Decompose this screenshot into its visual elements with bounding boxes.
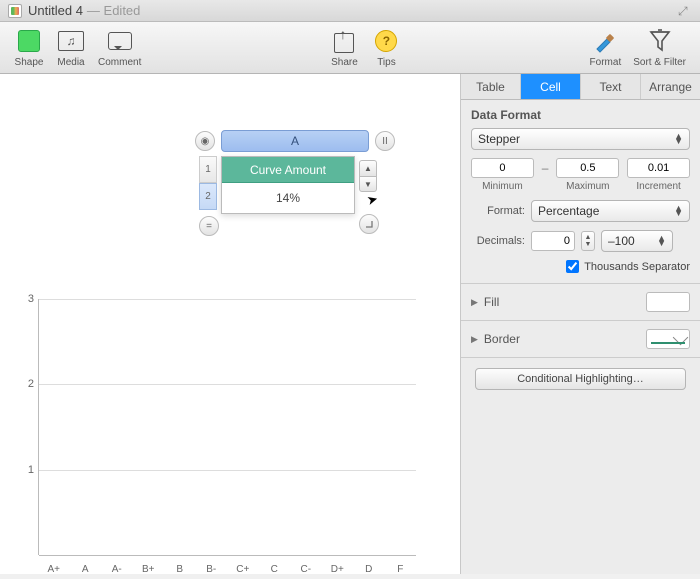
updown-icon: ▲▼ — [674, 134, 683, 144]
shape-icon — [18, 30, 40, 52]
format-label: Format: — [471, 205, 525, 217]
add-row-button[interactable]: = — [199, 216, 219, 236]
border-title: Border — [484, 332, 520, 346]
x-tick: D+ — [322, 564, 354, 575]
negative-format-select[interactable]: –100 ▲▼ — [601, 230, 673, 252]
fill-section: ▶ Fill — [461, 284, 700, 321]
x-tick: B+ — [133, 564, 165, 575]
x-tick: A — [70, 564, 102, 575]
window-titlebar: Untitled 4 — Edited ⤢ — [0, 0, 700, 22]
updown-icon: ▲▼ — [674, 206, 683, 216]
thousands-checkbox[interactable] — [566, 260, 579, 273]
conditional-highlighting-button[interactable]: Conditional Highlighting… — [475, 368, 685, 390]
tips-label: Tips — [377, 57, 396, 68]
increment-label: Increment — [636, 181, 680, 192]
row-header-2[interactable]: 2 — [199, 183, 217, 210]
border-disclosure[interactable]: ▶ Border — [471, 332, 520, 346]
share-button[interactable]: Share — [329, 26, 359, 68]
stepper-up-button[interactable]: ▲ — [359, 160, 377, 176]
x-tick: F — [385, 564, 417, 575]
bar-chart: 123 A+AA-B+BB-C+CC-D+DF — [16, 299, 416, 579]
maximum-label: Maximum — [566, 181, 609, 192]
tab-text[interactable]: Text — [581, 74, 641, 99]
comment-button[interactable]: Comment — [98, 26, 141, 68]
media-button[interactable]: Media — [56, 26, 86, 68]
tab-cell[interactable]: Cell — [521, 74, 581, 99]
data-format-title: Data Format — [471, 108, 690, 122]
x-tick: C- — [290, 564, 322, 575]
maximum-input[interactable] — [556, 158, 619, 178]
fill-title: Fill — [484, 295, 499, 309]
comment-label: Comment — [98, 57, 141, 68]
add-column-button[interactable]: II — [375, 131, 395, 151]
format-label: Format — [590, 57, 622, 68]
share-icon — [334, 33, 354, 53]
decimals-label: Decimals: — [471, 235, 525, 247]
column-header-a[interactable]: A — [221, 130, 369, 152]
media-icon — [58, 31, 84, 51]
cell-a1-header[interactable]: Curve Amount — [222, 157, 354, 183]
tips-icon: ? — [375, 30, 397, 52]
chevron-right-icon: ▶ — [471, 334, 478, 345]
stepper-down-button[interactable]: ▼ — [359, 176, 377, 192]
sort-filter-button[interactable]: Sort & Filter — [633, 26, 686, 68]
data-format-section: Data Format Stepper ▲▼ Minimum – Maximum… — [461, 100, 700, 284]
main-toolbar: Shape Media Comment Share ? Tips Format — [0, 22, 700, 74]
minimum-label: Minimum — [482, 181, 523, 192]
resize-handle-button[interactable] — [359, 214, 379, 234]
sort-filter-label: Sort & Filter — [633, 57, 686, 68]
y-tick: 2 — [28, 378, 34, 390]
increment-input[interactable] — [627, 158, 690, 178]
brush-icon — [590, 26, 620, 56]
inspector-panel: Table Cell Text Arrange Data Format Step… — [460, 74, 700, 574]
format-button[interactable]: Format — [590, 26, 622, 68]
x-tick: C — [259, 564, 291, 575]
edited-indicator: — Edited — [87, 3, 140, 18]
border-section: ▶ Border — [461, 321, 700, 358]
decimals-stepper[interactable]: ▲▼ — [581, 231, 595, 251]
tips-button[interactable]: ? Tips — [371, 26, 401, 68]
table-editor: ◉ A II 1 2 Curve Amount 14% ▲ ▼ = ➤ — [195, 130, 395, 214]
cell-stepper: ▲ ▼ — [359, 160, 377, 192]
range-dash: – — [542, 161, 549, 189]
y-tick: 3 — [28, 293, 34, 305]
border-style-swatch[interactable] — [646, 329, 690, 349]
format-value: Percentage — [538, 204, 599, 218]
x-tick: B — [164, 564, 196, 575]
document-title: Untitled 4 — [28, 3, 83, 18]
x-tick: D — [353, 564, 385, 575]
shape-button[interactable]: Shape — [14, 26, 44, 68]
fill-disclosure[interactable]: ▶ Fill — [471, 295, 499, 309]
expand-window-icon[interactable]: ⤢ — [678, 4, 692, 18]
fill-color-swatch[interactable] — [646, 292, 690, 312]
tab-table[interactable]: Table — [461, 74, 521, 99]
data-format-value: Stepper — [478, 132, 520, 146]
share-label: Share — [331, 57, 358, 68]
table-handle-button[interactable]: ◉ — [195, 131, 215, 151]
tab-arrange[interactable]: Arrange — [641, 74, 700, 99]
negative-format-value: –100 — [608, 234, 635, 248]
funnel-icon — [645, 26, 675, 56]
media-label: Media — [57, 57, 84, 68]
thousands-label: Thousands Separator — [584, 261, 690, 273]
format-select[interactable]: Percentage ▲▼ — [531, 200, 690, 222]
canvas-area[interactable]: ◉ A II 1 2 Curve Amount 14% ▲ ▼ = ➤ 123 — [0, 74, 460, 574]
document-icon — [8, 4, 22, 18]
inspector-tabs: Table Cell Text Arrange — [461, 74, 700, 100]
shape-label: Shape — [15, 57, 44, 68]
chevron-right-icon: ▶ — [471, 297, 478, 308]
minimum-input[interactable] — [471, 158, 534, 178]
cell-a2-value[interactable]: 14% — [222, 183, 354, 213]
updown-icon: ▲▼ — [657, 236, 666, 246]
cursor-icon: ➤ — [365, 191, 380, 209]
row-header-1[interactable]: 1 — [199, 156, 217, 183]
x-tick: A+ — [38, 564, 70, 575]
x-tick: A- — [101, 564, 133, 575]
x-tick: C+ — [227, 564, 259, 575]
decimals-input[interactable] — [531, 231, 575, 251]
data-format-select[interactable]: Stepper ▲▼ — [471, 128, 690, 150]
x-tick: B- — [196, 564, 228, 575]
comment-icon — [108, 32, 132, 50]
y-tick: 1 — [28, 464, 34, 476]
